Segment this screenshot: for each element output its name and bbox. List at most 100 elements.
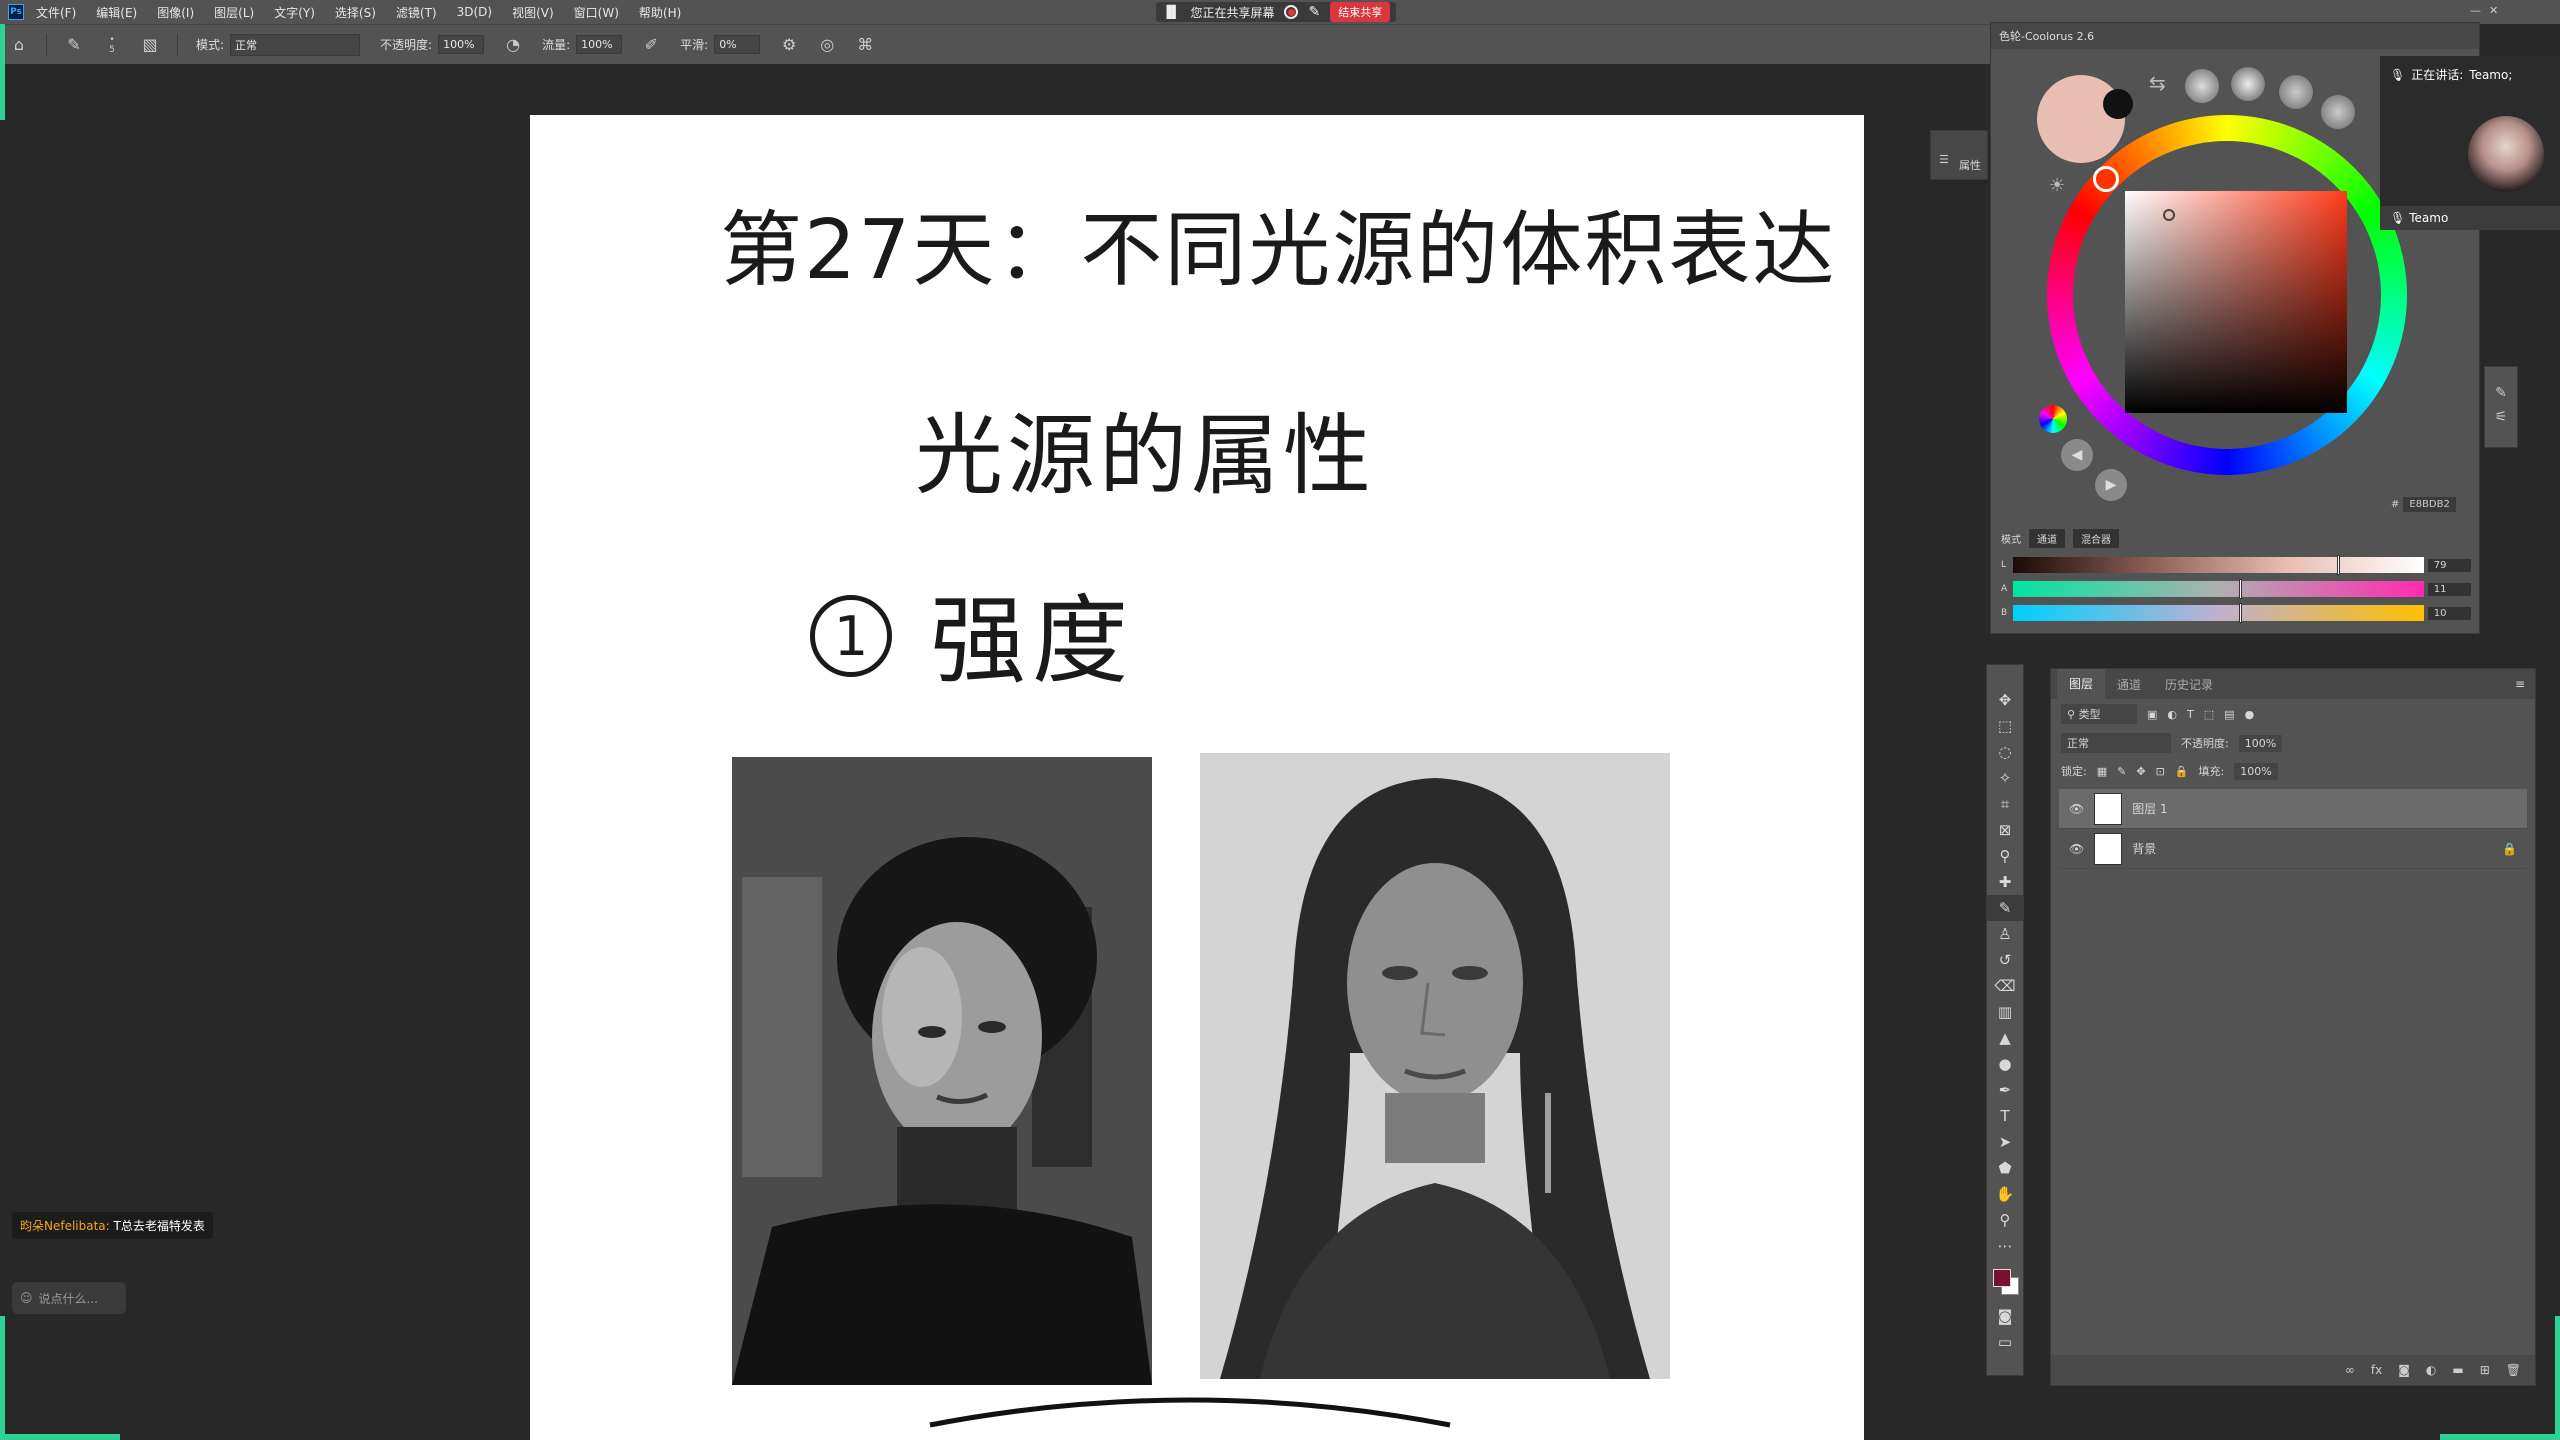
hex-value[interactable]: E8BDB2 — [2403, 497, 2456, 512]
menu-layer[interactable]: 图层(L) — [214, 4, 254, 21]
new-layer-icon[interactable]: ⊞ — [2480, 1363, 2490, 1377]
eye-icon[interactable]: 👁 — [2069, 842, 2084, 856]
speaker-avatar[interactable] — [2468, 116, 2544, 192]
filter-type-icon[interactable]: T — [2187, 708, 2194, 721]
record-icon[interactable] — [1284, 5, 1299, 19]
lock-position-icon[interactable]: ✥ — [2136, 765, 2145, 778]
menu-type[interactable]: 文字(Y) — [274, 4, 315, 21]
secondary-color-swatch[interactable] — [2103, 89, 2133, 119]
lock-artboard-icon[interactable]: ⊡ — [2156, 765, 2165, 778]
pressure-size-icon[interactable]: ◎ — [816, 34, 838, 56]
type-tool-icon[interactable]: T — [1987, 1103, 2023, 1129]
filter-toggle-icon[interactable]: ● — [2245, 708, 2255, 721]
gradient-tool-icon[interactable]: ▥ — [1987, 999, 2023, 1025]
minimize-icon[interactable]: — — [2470, 4, 2481, 17]
menu-view[interactable]: 视图(V) — [512, 4, 554, 21]
brush-panel-icon[interactable]: ✎ — [2495, 385, 2507, 401]
color-picker-marker[interactable] — [2163, 209, 2175, 221]
harmony-preset-1[interactable] — [2185, 69, 2219, 103]
saturation-value-square[interactable] — [2125, 191, 2347, 413]
close-icon[interactable]: ✕ — [2489, 4, 2498, 17]
symmetry-icon[interactable]: ⌘ — [854, 34, 876, 56]
delete-layer-icon[interactable]: 🗑 — [2506, 1363, 2521, 1377]
end-share-button[interactable]: 结束共享 — [1330, 2, 1391, 22]
layer-filter-select[interactable]: ⚲ 类型 — [2061, 704, 2137, 724]
brightness-icon[interactable]: ☀ — [2049, 175, 2065, 196]
brush-size-picker[interactable]: • 5 — [101, 34, 123, 56]
filter-smart-icon[interactable]: ▤ — [2224, 708, 2234, 721]
zoom-tool-icon[interactable]: ⚲ — [1987, 1207, 2023, 1233]
layer-name[interactable]: 背景 — [2132, 840, 2156, 857]
slider-l-track[interactable] — [2012, 555, 2424, 575]
current-color-swatch[interactable] — [2037, 75, 2125, 163]
smooth-input[interactable]: 0% — [714, 35, 761, 54]
harmony-preset-2[interactable] — [2231, 67, 2265, 101]
lock-all-icon[interactable]: 🔒 — [2175, 765, 2189, 778]
pen-tool-icon[interactable]: ✒ — [1987, 1077, 2023, 1103]
new-group-icon[interactable]: ▬ — [2452, 1363, 2463, 1377]
blur-tool-icon[interactable]: ▲ — [1987, 1025, 2023, 1051]
add-mask-icon[interactable]: ◙ — [2398, 1363, 2410, 1377]
previous-icon[interactable]: ◀ — [2061, 439, 2093, 471]
tab-mixer[interactable]: 混合器 — [2073, 529, 2119, 548]
slider-b-value[interactable]: 10 — [2427, 606, 2471, 620]
document-canvas[interactable]: 第27天：不同光源的体积表达 光源的属性 1 强度 — [530, 115, 1864, 1440]
airbrush-icon[interactable]: ✐ — [640, 34, 662, 56]
menu-filter[interactable]: 滤镜(T) — [396, 4, 437, 21]
eraser-tool-icon[interactable]: ⌫ — [1987, 973, 2023, 999]
lock-transparent-icon[interactable]: ▦ — [2097, 765, 2107, 778]
flow-input[interactable]: 100% — [576, 35, 623, 54]
slider-a-track[interactable] — [2012, 579, 2424, 599]
screen-mode-icon[interactable]: ▭ — [1987, 1329, 2023, 1355]
lock-paint-icon[interactable]: ✎ — [2117, 765, 2126, 778]
menu-edit[interactable]: 编辑(E) — [96, 4, 137, 21]
panel-menu-icon[interactable]: ≡ — [2515, 677, 2525, 691]
slider-b-handle[interactable] — [2238, 603, 2242, 623]
menu-file[interactable]: 文件(F) — [36, 4, 76, 21]
dodge-tool-icon[interactable]: ● — [1987, 1051, 2023, 1077]
color-mode-icon[interactable] — [2039, 405, 2067, 433]
stamp-tool-icon[interactable]: ♙ — [1987, 921, 2023, 947]
layer-style-icon[interactable]: fx — [2371, 1363, 2382, 1377]
fill-input[interactable]: 100% — [2234, 762, 2278, 780]
layer-row[interactable]: 👁 背景 🔒 — [2059, 829, 2527, 869]
quick-mask-icon[interactable]: ◙ — [1987, 1303, 2023, 1329]
path-select-tool-icon[interactable]: ➤ — [1987, 1129, 2023, 1155]
menu-3d[interactable]: 3D(D) — [457, 5, 492, 19]
chat-input[interactable]: ☺ 说点什么... — [12, 1282, 126, 1314]
slider-b-track[interactable] — [2012, 603, 2424, 623]
move-tool-icon[interactable]: ✥ — [1987, 687, 2023, 713]
tab-layers[interactable]: 图层 — [2057, 669, 2106, 699]
slider-a-handle[interactable] — [2238, 579, 2242, 599]
more-tools-icon[interactable]: ⋯ — [1987, 1233, 2023, 1259]
adjustment-layer-icon[interactable]: ◐ — [2426, 1363, 2436, 1377]
slider-l-handle[interactable] — [2337, 555, 2341, 575]
hue-marker[interactable] — [2093, 166, 2119, 192]
magic-wand-tool-icon[interactable]: ✧ — [1987, 765, 2023, 791]
eye-icon[interactable]: 👁 — [2069, 802, 2084, 816]
menu-help[interactable]: 帮助(H) — [639, 4, 681, 21]
filter-pixel-icon[interactable]: ▣ — [2147, 708, 2157, 721]
adjust-panel-icon[interactable]: ⚟ — [2495, 409, 2508, 425]
marquee-tool-icon[interactable]: ⬚ — [1987, 713, 2023, 739]
history-brush-tool-icon[interactable]: ↺ — [1987, 947, 2023, 973]
blend-mode-select[interactable]: 正常 — [2061, 733, 2171, 753]
layer-name[interactable]: 图层 1 — [2132, 800, 2167, 817]
properties-panel-tab[interactable]: ☰ 属性 — [1930, 130, 1988, 180]
swap-colors-icon[interactable]: ⇆ — [2149, 71, 2166, 95]
home-icon[interactable]: ⌂ — [8, 34, 30, 56]
pressure-opacity-icon[interactable]: ◔ — [502, 34, 524, 56]
menu-image[interactable]: 图像(I) — [157, 4, 194, 21]
tab-channels[interactable]: 通道 — [2105, 676, 2153, 693]
photoshop-logo-icon[interactable]: Ps — [8, 4, 24, 20]
brush-preset-icon[interactable]: ✎ — [63, 34, 85, 56]
emoji-icon[interactable]: ☺ — [20, 1291, 33, 1305]
frame-tool-icon[interactable]: ⊠ — [1987, 817, 2023, 843]
hand-tool-icon[interactable]: ✋ — [1987, 1181, 2023, 1207]
lasso-tool-icon[interactable]: ◌ — [1987, 739, 2023, 765]
filter-adjust-icon[interactable]: ◐ — [2167, 708, 2177, 721]
mode-select[interactable]: 正常 — [230, 33, 361, 56]
gear-icon[interactable]: ⚙ — [778, 34, 800, 56]
tab-history[interactable]: 历史记录 — [2153, 676, 2225, 693]
brush-tool-icon[interactable]: ✎ — [1987, 895, 2023, 921]
